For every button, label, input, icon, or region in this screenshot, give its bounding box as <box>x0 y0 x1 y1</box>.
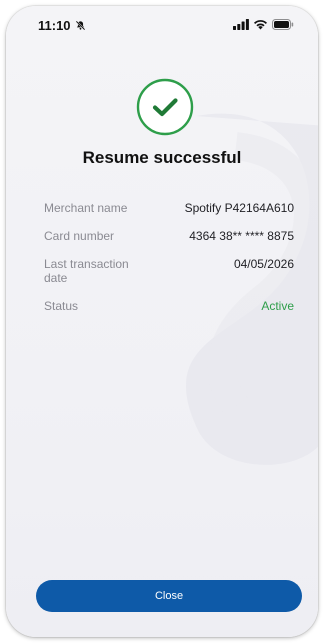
detail-value: 4364 38** **** 8875 <box>189 229 294 243</box>
battery-icon <box>272 19 294 30</box>
status-bar: 11:10 <box>6 6 318 46</box>
details-list: Merchant name Spotify P42164A610 Card nu… <box>44 201 294 327</box>
detail-row-merchant: Merchant name Spotify P42164A610 <box>44 201 294 215</box>
status-time: 11:10 <box>38 18 71 33</box>
check-circle-icon <box>136 78 194 136</box>
detail-row-status: Status Active <box>44 299 294 313</box>
close-button[interactable]: Close <box>36 580 302 612</box>
detail-label: Merchant name <box>44 201 128 215</box>
detail-label: Card number <box>44 229 115 243</box>
status-badge: Active <box>261 299 294 313</box>
detail-label: Last transaction date <box>44 257 129 285</box>
phone-screen: 11:10 Resume successful Merchant name Sp… <box>6 6 318 637</box>
detail-value: 04/05/2026 <box>233 257 294 271</box>
detail-label: Status <box>44 299 79 313</box>
wifi-icon <box>254 20 267 30</box>
signal-icon <box>233 19 249 30</box>
detail-row-card-number: Card number 4364 38** **** 8875 <box>44 229 294 243</box>
detail-value: Spotify P42164A610 <box>184 201 294 215</box>
detail-row-last-transaction: Last transaction date 04/05/2026 <box>44 257 294 285</box>
bell-slash-icon <box>75 20 85 31</box>
page-title: Resume successful <box>82 148 242 167</box>
